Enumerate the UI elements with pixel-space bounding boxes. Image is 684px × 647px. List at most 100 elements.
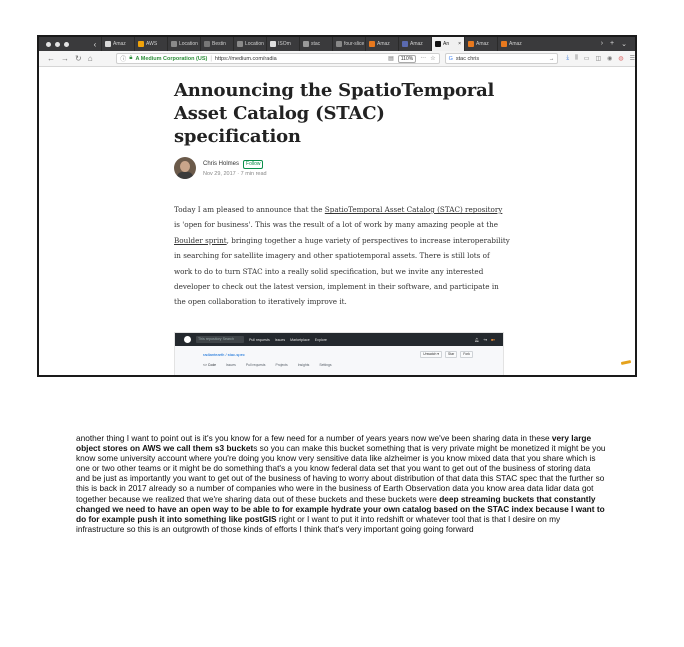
paragraph-text: is 'open for business'. This was the res… — [174, 220, 499, 230]
plus-icon: +▾ — [483, 337, 488, 342]
browser-tab[interactable]: Amaz — [101, 37, 134, 51]
tab-scroll-left-icon[interactable]: ‹ — [89, 40, 101, 49]
tab-favicon-icon — [369, 41, 375, 47]
unwatch-button: Unwatch ▾ — [420, 351, 442, 358]
zoom-level[interactable]: 110% — [397, 54, 417, 63]
tab-scroll-right-icon[interactable]: › — [601, 40, 603, 48]
browser-tab[interactable]: An × — [431, 37, 464, 51]
home-icon[interactable]: ⌂ — [88, 54, 93, 63]
browser-tab[interactable]: Amaz — [497, 37, 530, 51]
github-nav-item: Pull requests — [249, 337, 270, 342]
site-identity: A Medium Corporation (US) — [135, 55, 208, 62]
tab-favicon-icon — [402, 41, 408, 47]
sidebar-icon[interactable]: ◫ — [595, 55, 601, 62]
author-name[interactable]: Chris Holmes — [203, 161, 239, 167]
transcript-text: another thing I want to point out is it'… — [76, 433, 606, 534]
stac-repository-link[interactable]: SpatioTemporal Asset Catalog (STAC) repo… — [325, 205, 503, 214]
github-nav-item: Explore — [314, 337, 327, 342]
transcript-segment: another thing I want to point out is it'… — [76, 433, 552, 443]
github-tab: Insights — [297, 363, 310, 367]
tab-strip: Amaz AWS Location Bestin Location ISOm stac fou… — [101, 37, 593, 51]
browser-tab[interactable]: Amaz — [365, 37, 398, 51]
boulder-sprint-link[interactable]: Boulder sprint — [174, 236, 227, 245]
tab-favicon-icon — [138, 41, 144, 47]
browser-tab[interactable]: Location — [167, 37, 200, 51]
minimize-window-icon[interactable] — [55, 41, 60, 47]
github-tab: Issues — [226, 363, 236, 367]
navigation-bar: ← → ↻ ⌂ ⓘ 🔒︎ A Medium Corporation (US) |… — [39, 51, 635, 67]
tab-favicon-icon — [336, 41, 342, 47]
library-icon[interactable]: ⫼ — [575, 55, 578, 62]
github-logo-icon — [184, 336, 191, 343]
github-repo-row: radiantearth / stac-spec Unwatch ▾ Star … — [175, 346, 503, 358]
tab-favicon-icon — [270, 41, 276, 47]
star-button: Star — [444, 351, 458, 358]
author-avatar[interactable] — [174, 157, 196, 179]
github-tab: Projects — [275, 363, 288, 367]
browser-tab[interactable]: stac — [299, 37, 332, 51]
screenshot-frame: ‹ Amaz AWS Location Bestin Location ISOm stac f… — [37, 35, 637, 377]
page-actions-icon[interactable]: ··· — [420, 55, 426, 63]
pocket-icon[interactable]: ▭ — [584, 55, 590, 62]
tab-label: Amaz — [410, 41, 423, 47]
paragraph-text: Today I am pleased to announce that the — [174, 205, 325, 214]
search-engine-icon[interactable]: G — [449, 56, 453, 62]
forward-icon[interactable]: → — [61, 54, 69, 63]
info-icon[interactable]: ⓘ — [120, 54, 126, 63]
search-go-icon[interactable]: → — [549, 56, 555, 62]
menu-icon[interactable]: ☰ — [630, 55, 635, 62]
tab-label: Amaz — [113, 41, 126, 47]
github-header: This repository Search Pull requests Iss… — [175, 333, 503, 346]
back-icon[interactable]: ← — [47, 54, 55, 63]
follow-button[interactable]: Follow — [243, 159, 264, 169]
account-icon[interactable]: ◍ — [618, 55, 623, 62]
new-tab-icon[interactable]: + — [610, 40, 614, 48]
tab-list-icon[interactable]: ⌄ — [621, 40, 627, 48]
tab-label: An — [443, 41, 450, 47]
zoom-window-icon[interactable] — [64, 41, 69, 47]
browser-tab[interactable]: Amaz — [398, 37, 431, 51]
article-title: Announcing the SpatioTemporal Asset Cata… — [174, 80, 495, 147]
window-controls[interactable] — [39, 41, 89, 47]
github-tab: <> Code — [203, 363, 217, 367]
tab-favicon-icon — [237, 41, 243, 47]
close-window-icon[interactable] — [46, 41, 51, 47]
browser-tab[interactable]: ISOm — [266, 37, 299, 51]
tab-label: ISOm — [278, 41, 291, 47]
github-repo-tabs: <> Code Issues Pull requests Projects In… — [175, 358, 503, 367]
search-input[interactable]: stac chris — [456, 56, 479, 62]
tab-label: AWS — [146, 41, 158, 47]
github-nav-item: Issues — [274, 337, 286, 342]
tab-favicon-icon — [501, 41, 507, 47]
download-icon[interactable]: ⤓ — [566, 55, 569, 62]
github-embedded-image: This repository Search Pull requests Iss… — [174, 332, 504, 375]
reader-view-icon[interactable]: ▤ — [388, 55, 394, 63]
article: Announcing the SpatioTemporal Asset Cata… — [174, 79, 510, 310]
tab-label: Amaz — [476, 41, 489, 47]
tab-favicon-icon — [468, 41, 474, 47]
tab-label: stac — [311, 41, 321, 47]
browser-tab[interactable]: Location — [233, 37, 266, 51]
separator: | — [210, 55, 212, 62]
bookmark-star-icon[interactable]: ☆ — [430, 55, 435, 63]
github-nav-item: Marketplace — [290, 337, 310, 342]
search-bar[interactable]: G stac chris → — [444, 53, 559, 64]
browser-tab[interactable]: Bestin — [200, 37, 233, 51]
tab-favicon-icon — [303, 41, 309, 47]
tab-favicon-icon — [105, 41, 111, 47]
side-widget-icon[interactable] — [618, 347, 634, 369]
browser-tab[interactable]: Amaz — [464, 37, 497, 51]
github-tab: Pull requests — [245, 363, 266, 367]
close-tab-icon[interactable]: × — [458, 41, 461, 47]
extension-icon[interactable]: ◉ — [607, 55, 612, 62]
github-tab: Settings — [319, 363, 332, 367]
article-paragraph: Today I am pleased to announce that the … — [174, 202, 510, 310]
address-bar[interactable]: ⓘ 🔒︎ A Medium Corporation (US) | https:/… — [116, 53, 440, 64]
reload-icon[interactable]: ↻ — [75, 54, 82, 63]
url-text[interactable]: https://medium.com/radia — [215, 56, 277, 62]
browser-tab[interactable]: AWS — [134, 37, 167, 51]
bell-icon: 🔔︎ — [474, 337, 480, 342]
tab-favicon-icon — [204, 41, 210, 47]
tab-label: Location — [245, 41, 264, 47]
browser-tab[interactable]: four-slice — [332, 37, 365, 51]
